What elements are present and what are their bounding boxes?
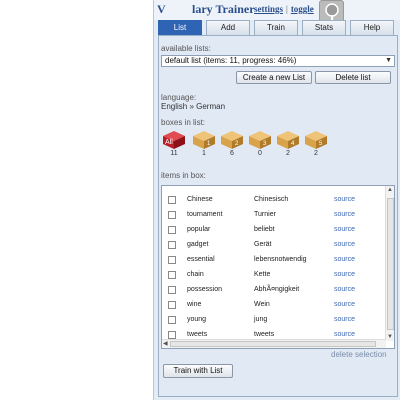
- term-de: jung: [254, 316, 268, 323]
- table-row: tournament Turnier source: [162, 207, 386, 222]
- scroll-down-icon[interactable]: ▼: [387, 334, 393, 340]
- tab-bar: List Add Train Stats Help: [158, 20, 398, 35]
- term-de: beliebt: [254, 226, 275, 233]
- scroll-up-icon[interactable]: ▲: [387, 187, 393, 193]
- list-select[interactable]: default list (items: 11, progress: 46%) …: [161, 55, 395, 67]
- table-row: possession AbhÃ¤ngigkeit source: [162, 282, 386, 297]
- settings-link[interactable]: settings: [254, 4, 283, 14]
- source-link[interactable]: source: [334, 207, 355, 222]
- term-de: Wein: [254, 301, 270, 308]
- table-row: wine Wein source: [162, 297, 386, 312]
- app-title: lary Trainer: [192, 2, 255, 16]
- items-list: Chinese Chinesisch source tournament Tur…: [161, 185, 395, 349]
- term-de: Turnier: [254, 211, 276, 218]
- box-selector: All 11 1 1 2 6 3 0 4 2 5 2: [161, 128, 395, 158]
- source-link[interactable]: source: [334, 267, 355, 282]
- box-3-count: 0: [258, 150, 262, 157]
- title-bar: V lary Trainer settings | toggle: [154, 0, 400, 25]
- table-row: essential lebensnotwendig source: [162, 252, 386, 267]
- row-checkbox[interactable]: [168, 226, 176, 234]
- term-en: popular: [187, 226, 211, 233]
- create-list-button[interactable]: Create a new List: [236, 71, 312, 84]
- term-de: AbhÃ¤ngigkeit: [254, 286, 300, 293]
- term-de: Gerät: [254, 241, 272, 248]
- box-all-name: All: [165, 139, 173, 146]
- row-checkbox[interactable]: [168, 211, 176, 219]
- vertical-scrollbar[interactable]: ▲ ▼: [385, 186, 394, 341]
- tab-list[interactable]: List: [158, 20, 202, 35]
- train-with-list-button[interactable]: Train with List: [163, 364, 233, 378]
- language-value: English » German: [161, 102, 226, 111]
- box-2-count: 6: [230, 150, 234, 157]
- title-link-separator: |: [286, 4, 288, 14]
- row-checkbox[interactable]: [168, 241, 176, 249]
- row-checkbox[interactable]: [168, 196, 176, 204]
- term-en: possession: [187, 286, 223, 293]
- row-checkbox[interactable]: [168, 316, 176, 324]
- delete-selection-link[interactable]: delete selection: [331, 350, 387, 359]
- title-links: settings | toggle: [254, 4, 314, 14]
- box-4-count: 2: [286, 150, 290, 157]
- term-de: Chinesisch: [254, 196, 289, 203]
- box-all-count: 11: [170, 150, 178, 157]
- box-5-count: 2: [314, 150, 318, 157]
- term-en: tournament: [187, 211, 223, 218]
- tab-help[interactable]: Help: [350, 20, 394, 35]
- term-de: Kette: [254, 271, 271, 278]
- horizontal-scroll-thumb[interactable]: [170, 341, 376, 347]
- horizontal-scrollbar[interactable]: ◀: [162, 339, 386, 348]
- table-row: chain Kette source: [162, 267, 386, 282]
- delete-list-button[interactable]: Delete list: [315, 71, 391, 84]
- title-first-letter: V: [157, 2, 166, 16]
- source-link[interactable]: source: [334, 237, 355, 252]
- term-en: wine: [187, 301, 202, 308]
- tab-stats[interactable]: Stats: [302, 20, 346, 35]
- table-row: young jung source: [162, 312, 386, 327]
- list-tab-content: available lists: default list (items: 11…: [158, 35, 398, 397]
- row-checkbox[interactable]: [168, 286, 176, 294]
- box-all[interactable]: All 11: [161, 128, 187, 158]
- source-link[interactable]: source: [334, 282, 355, 297]
- chevron-down-icon: ▼: [385, 57, 392, 64]
- table-row: gadget Gerät source: [162, 237, 386, 252]
- source-link[interactable]: source: [334, 297, 355, 312]
- vertical-scroll-thumb[interactable]: [387, 198, 394, 330]
- toggle-link[interactable]: toggle: [291, 4, 314, 14]
- source-link[interactable]: source: [334, 222, 355, 237]
- box-3[interactable]: 3 0: [247, 128, 273, 158]
- boxes-label: boxes in list:: [161, 118, 206, 127]
- table-row: Chinese Chinesisch source: [162, 192, 386, 207]
- language-label: language:: [161, 93, 197, 102]
- source-link[interactable]: source: [334, 312, 355, 327]
- tab-train[interactable]: Train: [254, 20, 298, 35]
- box-4[interactable]: 4 2: [275, 128, 301, 158]
- vocabulary-trainer-panel: V lary Trainer settings | toggle List Add …: [153, 0, 400, 400]
- source-link[interactable]: source: [334, 252, 355, 267]
- row-checkbox[interactable]: [168, 256, 176, 264]
- scroll-left-icon[interactable]: ◀: [163, 340, 168, 347]
- items-label: items in box:: [161, 171, 206, 180]
- box-1[interactable]: 1 1: [191, 128, 217, 158]
- term-en: chain: [187, 271, 204, 278]
- box-5[interactable]: 5 2: [303, 128, 329, 158]
- source-link[interactable]: source: [334, 192, 355, 207]
- list-select-value: default list (items: 11, progress: 46%): [165, 56, 297, 65]
- tab-add[interactable]: Add: [206, 20, 250, 35]
- available-lists-label: available lists:: [161, 44, 211, 53]
- term-en: essential: [187, 256, 215, 263]
- row-checkbox[interactable]: [168, 271, 176, 279]
- table-row: popular beliebt source: [162, 222, 386, 237]
- box-1-count: 1: [202, 150, 206, 157]
- term-en: young: [187, 316, 207, 323]
- box-2[interactable]: 2 6: [219, 128, 245, 158]
- term-de: lebensnotwendig: [254, 256, 307, 263]
- term-en: Chinese: [187, 196, 213, 203]
- row-checkbox[interactable]: [168, 301, 176, 309]
- term-en: gadget: [187, 241, 209, 248]
- row-checkbox[interactable]: [168, 331, 176, 339]
